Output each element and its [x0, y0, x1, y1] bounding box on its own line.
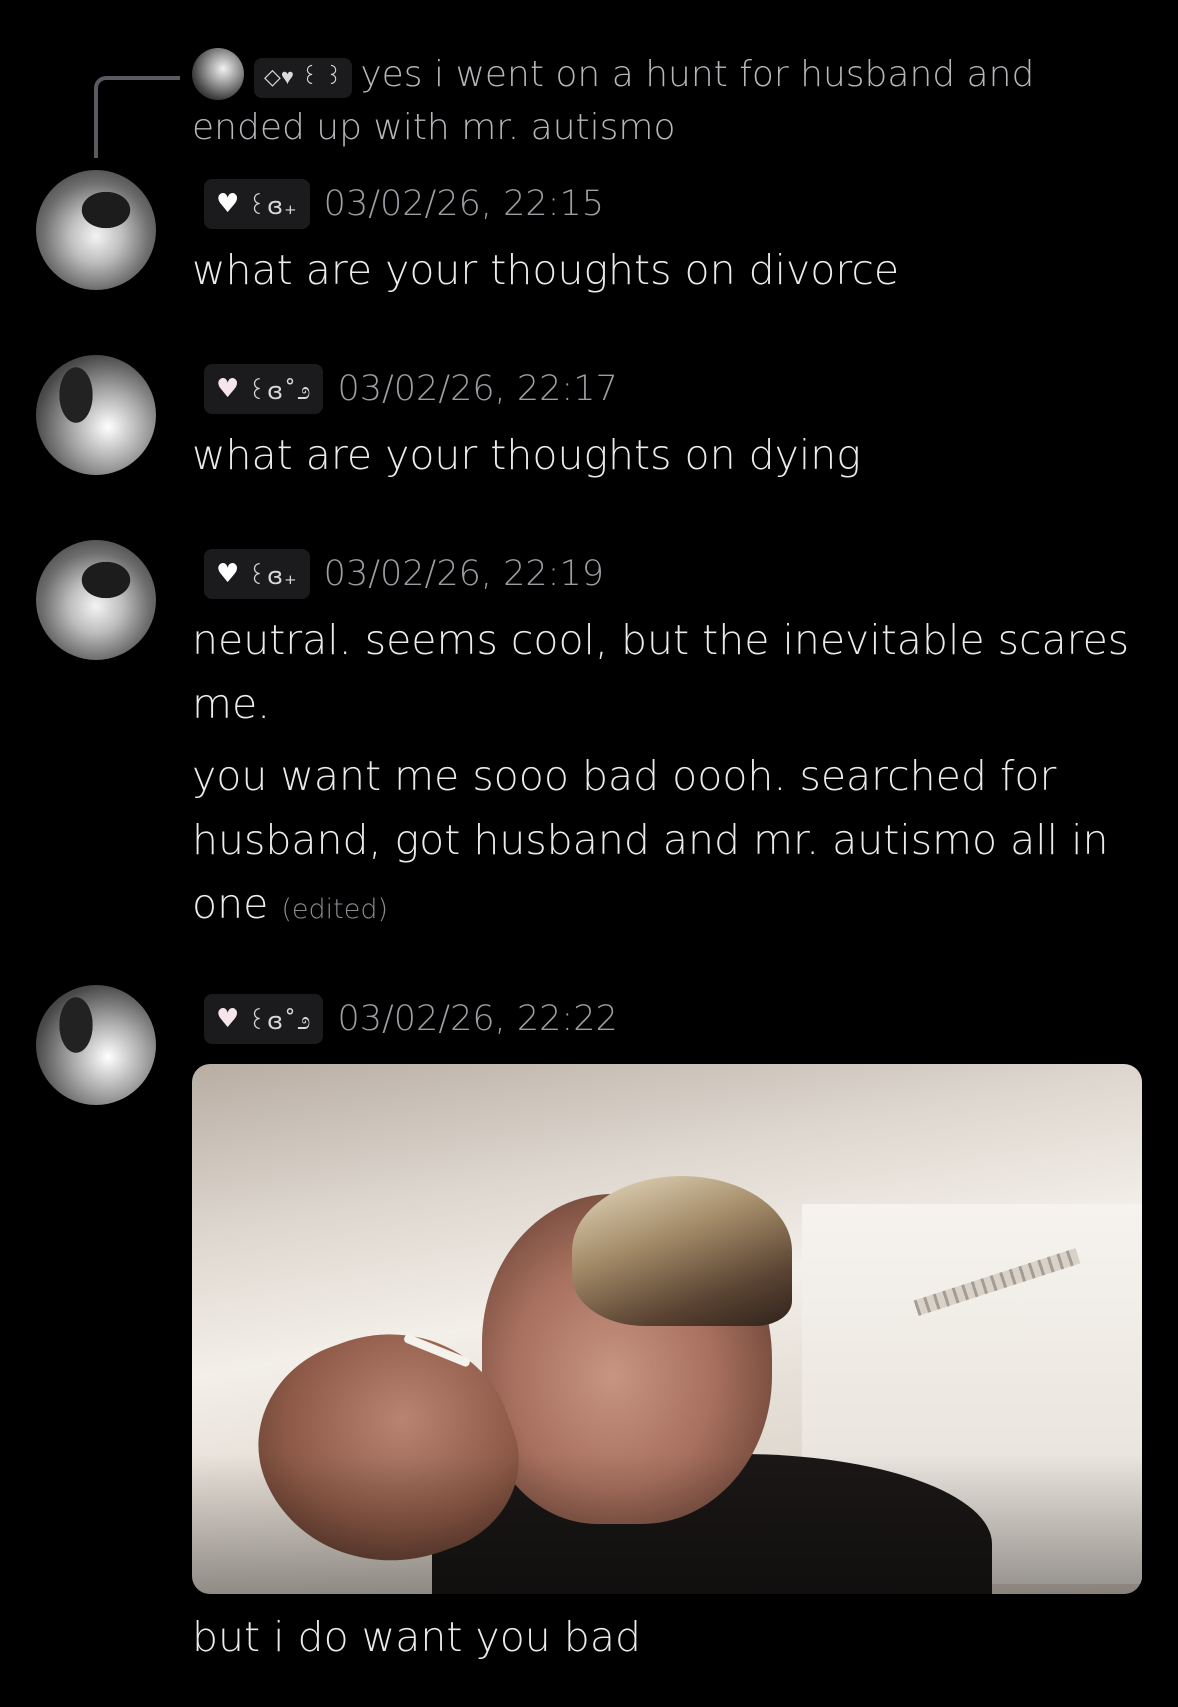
message: ♥ ꒰ɞ₊ 03/02/26, 22:19 neutral. seems coo… [192, 548, 1132, 942]
message: ♥ ꒰ɞ˚೨ 03/02/26, 22:17 what are your tho… [192, 363, 1152, 487]
username-decoration: ꒰ɞ₊ [247, 192, 298, 220]
username-tag[interactable]: ♥ ꒰ɞ₊ [204, 179, 310, 229]
avatar[interactable] [36, 170, 156, 290]
avatar[interactable] [36, 540, 156, 660]
reply-avatar[interactable] [192, 48, 244, 100]
avatar[interactable] [36, 355, 156, 475]
heart-icon: ♥ [216, 374, 240, 404]
message-text: what are your thoughts on dying [192, 431, 861, 479]
heart-icon: ♥ [216, 559, 240, 589]
message-text: but i do want you bad [192, 1613, 641, 1661]
username-tag[interactable]: ♥ ꒰ɞ₊ [204, 549, 310, 599]
message: ♥ ꒰ɞ˚೨ 03/02/26, 22:22 [192, 993, 1152, 1045]
message-timestamp: 03/02/26, 22:15 [323, 184, 604, 224]
message-text: neutral. seems cool, but the inevitable … [192, 616, 1130, 728]
username-decoration: ꒰ɞ₊ [247, 562, 298, 590]
message: ♥ ꒰ɞ₊ 03/02/26, 22:15 what are your thou… [192, 178, 1152, 302]
username-decoration: ꒰ɞ˚೨ [247, 377, 312, 405]
image-person-hair [572, 1176, 792, 1326]
message-timestamp: 03/02/26, 22:19 [323, 554, 604, 594]
message-timestamp: 03/02/26, 22:17 [337, 369, 618, 409]
reply-username-tag[interactable]: ◇♥ ꒰ ꒱ [254, 58, 353, 98]
username-decoration: ꒰ɞ˚೨ [247, 1007, 312, 1035]
message-timestamp: 03/02/26, 22:22 [337, 999, 618, 1039]
message-text: what are your thoughts on divorce [192, 246, 900, 294]
avatar[interactable] [36, 985, 156, 1105]
username-tag[interactable]: ♥ ꒰ɞ˚೨ [204, 364, 324, 414]
heart-icon: ♥ [216, 189, 240, 219]
heart-icon: ♥ [216, 1004, 240, 1034]
image-shade [192, 1454, 1142, 1594]
image-attachment[interactable] [192, 1064, 1142, 1594]
edited-label: (edited) [281, 894, 388, 925]
username-tag[interactable]: ♥ ꒰ɞ˚೨ [204, 994, 324, 1044]
message-text: you want me sooo bad oooh. searched for … [192, 744, 1112, 942]
message-caption: but i do want you bad [192, 1605, 1152, 1669]
reply-connector-line [94, 76, 180, 158]
reply-preview[interactable]: ◇♥ ꒰ ꒱ yes i went on a hunt for husband a… [192, 48, 1092, 154]
